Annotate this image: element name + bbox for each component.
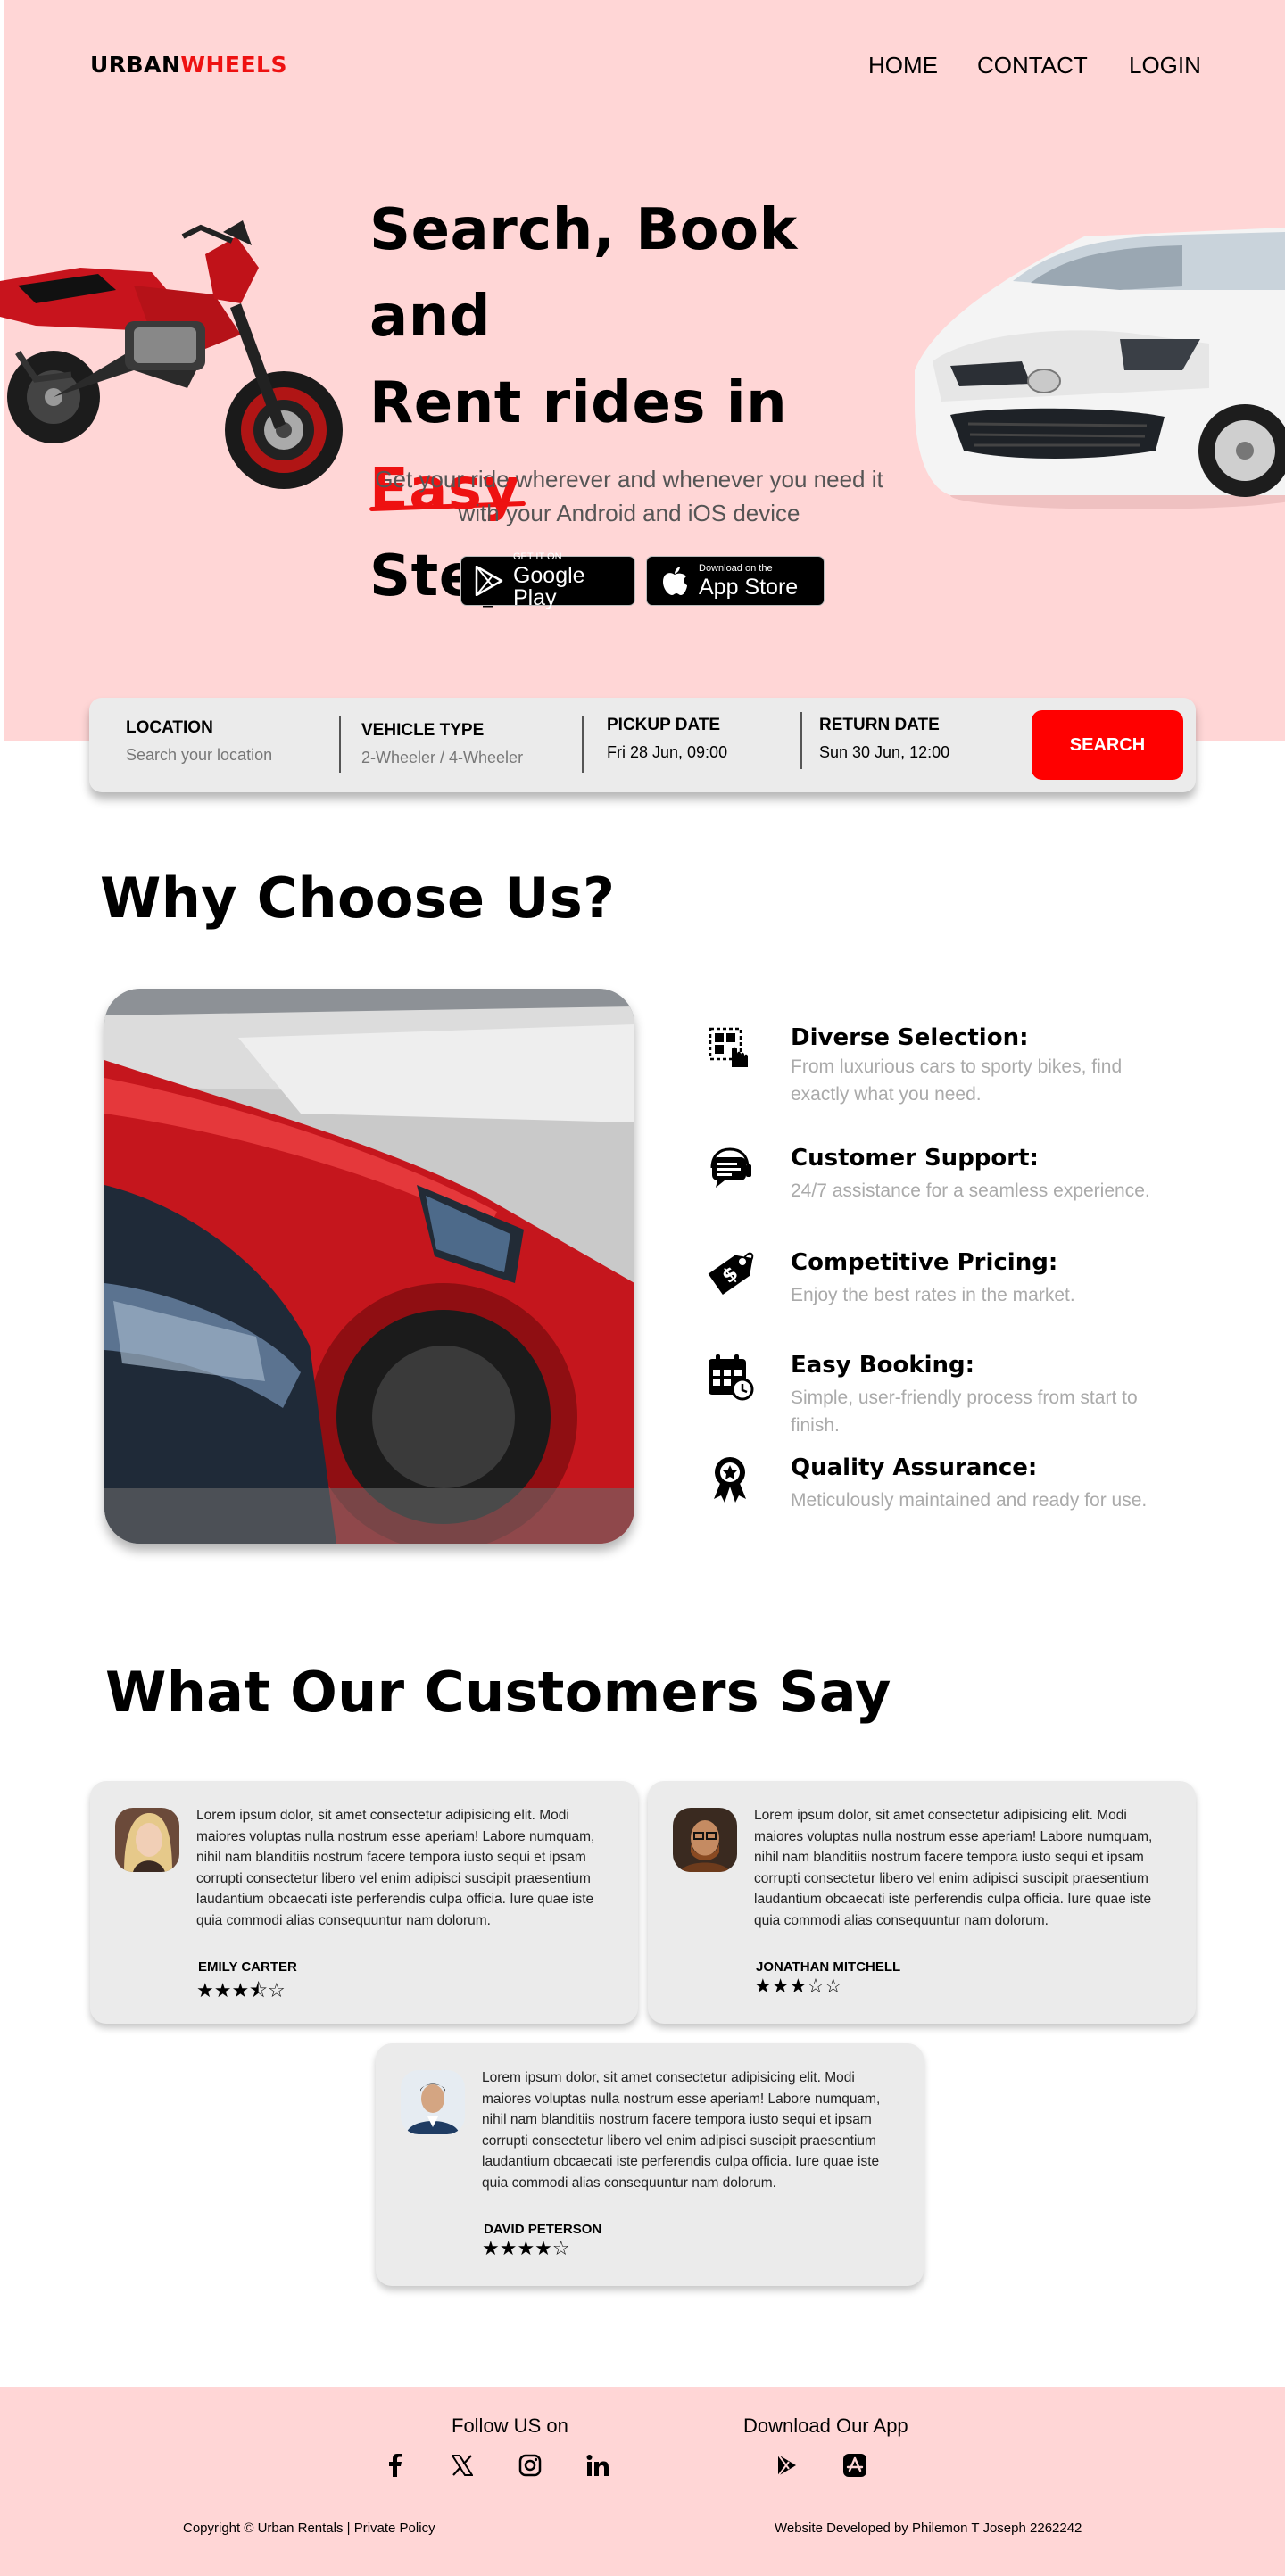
brand-part1: URBAN [90,52,181,78]
why-heading: Why Choose Us? [100,866,616,931]
feature-desc: From luxurious cars to sporty bikes, fin… [791,1056,1123,1105]
download-heading: Download Our App [743,2414,908,2437]
feature-desc: Simple, user-friendly process from start… [791,1387,1138,1436]
star-rating: ★★★★☆ [482,2238,570,2260]
footer [0,2387,1285,2576]
feature-item: Easy Booking: Simple, user-friendly proc… [705,1352,1205,1436]
vehicle-type-field[interactable]: VEHICLE TYPE 2-Wheeler / 4-Wheeler [361,721,523,767]
feature-desc: Meticulously maintained and ready for us… [791,1490,1148,1511]
feature-title: Competitive Pricing: [791,1249,1058,1276]
page: URBANWHEELS HOME CONTACT LOGIN Search, B… [0,0,1285,2576]
hero-title-line2-prefix: Rent rides in [369,370,788,436]
nav-home[interactable]: HOME [868,52,938,79]
testimonial-card: Lorem ipsum dolor, sit amet consectetur … [648,1781,1196,2024]
feature-title: Easy Booking: [791,1352,975,1379]
star-rating: ★★★⯪☆ [196,1980,286,2002]
return-date-field[interactable]: RETURN DATE Sun 30 Jun, 12:00 [819,716,949,762]
testimonial-name: EMILY CARTER [198,1959,297,1975]
app-store-big-text: App Store [699,574,799,600]
feature-item: $ Competitive Pricing: Enjoy the best ra… [705,1249,1205,1312]
app-store-small-text: Download on the [699,562,773,574]
search-bar: LOCATION Search your location VEHICLE TY… [89,698,1196,792]
feature-title: Customer Support: [791,1145,1039,1172]
google-play-small-text: GET IT ON [512,551,562,562]
calendar-clock-icon [709,1354,754,1401]
return-date-input[interactable]: Sun 30 Jun, 12:00 [819,743,949,762]
price-tag-icon: $ [708,1252,754,1295]
feature-item: Diverse Selection: From luxurious cars t… [705,1024,1205,1105]
testimonial-quote: Lorem ipsum dolor, sit amet consectetur … [196,1808,595,1928]
support-chat-icon [710,1147,751,1188]
brand-logo[interactable]: URBANWHEELS [90,52,287,78]
pickup-date-input[interactable]: Fri 28 Jun, 09:00 [607,743,727,762]
return-date-label: RETURN DATE [819,716,940,734]
testimonial-name: JONATHAN MITCHELL [756,1959,901,1975]
search-button[interactable]: SEARCH [1032,710,1183,780]
google-play-icon[interactable] [774,2452,800,2479]
facebook-icon[interactable] [382,2452,409,2479]
testimonial-quote: Lorem ipsum dolor, sit amet consectetur … [482,2070,881,2191]
location-input[interactable]: Search your location [126,746,272,765]
location-label: LOCATION [126,718,213,737]
app-store-icon[interactable] [841,2452,868,2479]
nav-contact[interactable]: CONTACT [977,52,1088,79]
avatar [673,1808,737,1872]
location-field[interactable]: LOCATION Search your location [126,718,272,765]
follow-heading: Follow US on [452,2414,568,2437]
pickup-date-field[interactable]: PICKUP DATE Fri 28 Jun, 09:00 [607,716,727,762]
motorcycle-image [0,220,343,489]
copyright-text: Copyright © Urban Rentals [183,2521,344,2536]
vehicle-type-select[interactable]: 2-Wheeler / 4-Wheeler [361,749,523,767]
hero-title-line1: Search, Book and [369,197,798,350]
search-divider [339,716,341,773]
star-rating: ★★★☆☆ [754,1975,842,1998]
app-store-button[interactable]: Download on the App Store [646,556,825,606]
avatar [401,2070,465,2134]
grid-select-icon [709,1027,748,1067]
testimonial-name: DAVID PETERSON [484,2222,602,2237]
feature-item: Quality Assurance: Meticulously maintain… [705,1454,1205,1517]
why-car-image [104,989,634,1544]
brand-part2: WHEELS [180,52,287,78]
vehicle-type-label: VEHICLE TYPE [361,721,485,740]
testimonials-heading: What Our Customers Say [105,1660,891,1725]
nav-login[interactable]: LOGIN [1129,52,1201,79]
google-play-button[interactable]: GET IT ON Google Play [460,552,635,610]
pickup-date-label: PICKUP DATE [607,716,721,734]
feature-item: Customer Support: 24/7 assistance for a … [705,1145,1205,1207]
award-badge-icon [714,1457,746,1503]
privacy-policy-link[interactable]: Private Policy [354,2521,435,2536]
instagram-icon[interactable] [517,2452,543,2479]
hero-subtitle: Get your ride wherever and whenever you … [375,466,883,526]
feature-title: Diverse Selection: [791,1024,1029,1051]
developer-credit: Website Developed by Philemon T Joseph 2… [775,2521,1082,2536]
search-divider [800,712,802,769]
testimonial-card: Lorem ipsum dolor, sit amet consectetur … [376,2043,924,2286]
car-image [915,228,1285,509]
apple-icon [658,564,692,598]
avatar [115,1808,179,1872]
google-play-icon [472,564,506,598]
testimonial-card: Lorem ipsum dolor, sit amet consectetur … [90,1781,638,2024]
feature-title: Quality Assurance: [791,1454,1038,1481]
testimonial-quote: Lorem ipsum dolor, sit amet consectetur … [754,1808,1153,1928]
search-divider [582,716,584,773]
feature-desc: Enjoy the best rates in the market. [791,1285,1075,1305]
feature-desc: 24/7 assistance for a seamless experienc… [791,1180,1150,1201]
google-play-big-text: Google Play [512,563,585,610]
x-twitter-icon[interactable] [449,2452,476,2479]
copyright: Copyright © Urban Rentals | Private Poli… [183,2521,435,2536]
hero-title: Search, Book and Rent rides in Easy Step… [369,187,923,620]
linkedin-icon[interactable] [584,2452,611,2479]
